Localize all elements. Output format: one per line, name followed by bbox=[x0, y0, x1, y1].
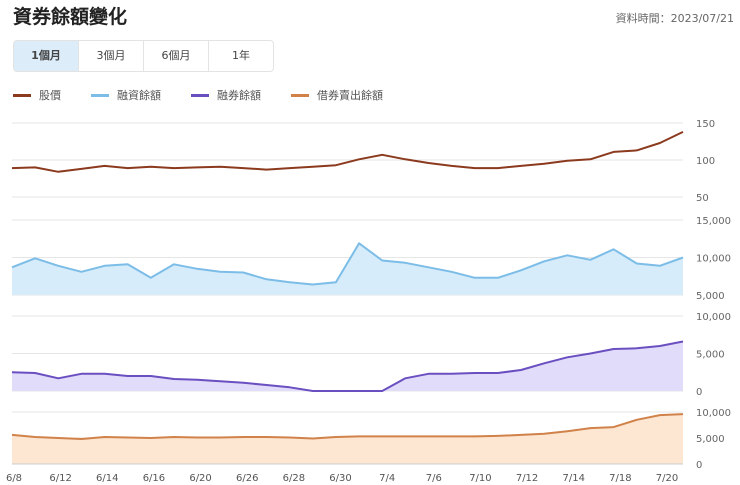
series-area bbox=[12, 341, 683, 391]
y-tick-label: 100 bbox=[696, 156, 715, 167]
x-tick-label: 7/18 bbox=[609, 473, 631, 484]
series-line-0 bbox=[11, 130, 684, 173]
panel-2: 10,000 5,000 0 bbox=[11, 312, 731, 398]
series-area bbox=[12, 243, 683, 295]
y-tick-label: 5,000 bbox=[696, 434, 725, 445]
x-tick-label: 6/28 bbox=[283, 473, 305, 484]
x-tick-label: 6/14 bbox=[96, 473, 118, 484]
y-tick-label: 150 bbox=[696, 119, 715, 130]
y-tick-label: 15,000 bbox=[696, 216, 731, 227]
x-tick-label: 7/10 bbox=[469, 473, 491, 484]
chart: 1501005015,00010,0005,00010,0005,000010,… bbox=[6, 119, 731, 484]
x-tick-label: 7/4 bbox=[379, 473, 395, 484]
x-tick-label: 6/12 bbox=[49, 473, 71, 484]
panel-0: 150 100 50 bbox=[11, 119, 715, 204]
y-tick-label: 10,000 bbox=[696, 312, 731, 323]
x-tick-label: 7/12 bbox=[516, 473, 538, 484]
panel-1: 15,000 10,000 5,000 bbox=[11, 216, 731, 302]
y-tick-label: 10,000 bbox=[696, 254, 731, 265]
y-tick-label: 10,000 bbox=[696, 408, 731, 419]
x-tick-label: 7/14 bbox=[562, 473, 584, 484]
x-tick-label: 6/16 bbox=[143, 473, 165, 484]
panel-3: 10,000 5,000 0 bbox=[11, 408, 731, 471]
y-tick-label: 5,000 bbox=[696, 350, 725, 361]
y-tick-label: 5,000 bbox=[696, 291, 725, 302]
y-tick-label: 50 bbox=[696, 193, 709, 204]
x-tick-label: 6/26 bbox=[236, 473, 258, 484]
x-tick-label: 6/30 bbox=[329, 473, 351, 484]
x-tick-label: 7/20 bbox=[656, 473, 678, 484]
x-tick-label: 7/6 bbox=[426, 473, 442, 484]
x-tick-label: 6/20 bbox=[189, 473, 211, 484]
y-tick-label: 0 bbox=[696, 387, 702, 398]
x-tick-label: 6/8 bbox=[6, 473, 22, 484]
y-tick-label: 0 bbox=[696, 460, 702, 471]
series-area bbox=[12, 414, 683, 464]
